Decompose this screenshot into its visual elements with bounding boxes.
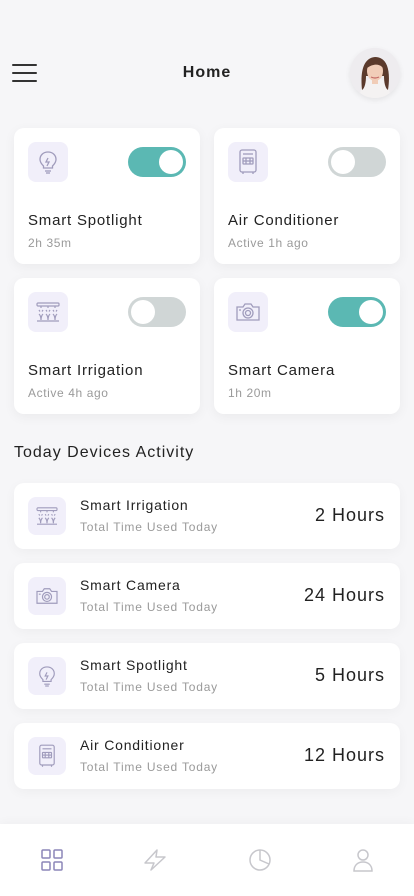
activity-sub: Total Time Used Today [80, 680, 218, 694]
device-card-air-conditioner[interactable]: Air Conditioner Active 1h ago [214, 128, 400, 264]
activity-item-smart-irrigation[interactable]: Smart Irrigation Total Time Used Today 2… [14, 483, 400, 549]
device-status: Active 1h ago [228, 236, 309, 250]
section-title: Today Devices Activity [14, 444, 195, 461]
device-name: Air Conditioner [228, 212, 340, 229]
device-name: Smart Irrigation [28, 362, 144, 379]
bottom-tab-bar [0, 824, 414, 896]
device-status: 1h 20m [228, 386, 272, 400]
device-toggle[interactable] [128, 147, 186, 177]
toggle-knob [159, 150, 183, 174]
avatar[interactable] [350, 48, 400, 98]
user-icon[interactable] [349, 846, 377, 874]
air-conditioner-icon [228, 142, 268, 182]
activity-name: Smart Camera [80, 577, 181, 593]
pie-chart-icon[interactable] [246, 846, 274, 874]
sprinkler-icon [28, 292, 68, 332]
lightning-icon[interactable] [141, 846, 169, 874]
device-card-smart-irrigation[interactable]: Smart Irrigation Active 4h ago [14, 278, 200, 414]
lightbulb-icon [28, 142, 68, 182]
device-toggle[interactable] [128, 297, 186, 327]
activity-value: 24 Hours [303, 585, 385, 605]
activity-item-smart-camera[interactable]: Smart Camera Total Time Used Today 24 Ho… [14, 563, 400, 629]
lightbulb-icon [28, 657, 66, 695]
device-status: Active 4h ago [28, 386, 109, 400]
camera-icon [28, 577, 66, 615]
sprinkler-icon [28, 497, 66, 535]
device-name: Smart Camera [228, 362, 336, 379]
grid-icon[interactable] [38, 846, 66, 874]
device-card-smart-camera[interactable]: Smart Camera 1h 20m [214, 278, 400, 414]
toggle-knob [131, 300, 155, 324]
activity-name: Air Conditioner [80, 737, 185, 753]
device-name: Smart Spotlight [28, 212, 143, 229]
toggle-knob [359, 300, 383, 324]
activity-sub: Total Time Used Today [80, 760, 218, 774]
activity-sub: Total Time Used Today [80, 600, 218, 614]
activity-name: Smart Irrigation [80, 497, 189, 513]
air-conditioner-icon [28, 737, 66, 775]
device-card-smart-spotlight[interactable]: Smart Spotlight 2h 35m [14, 128, 200, 264]
toggle-knob [331, 150, 355, 174]
header: Home [0, 40, 414, 104]
activity-item-smart-spotlight[interactable]: Smart Spotlight Total Time Used Today 5 … [14, 643, 400, 709]
activity-item-air-conditioner[interactable]: Air Conditioner Total Time Used Today 12… [14, 723, 400, 789]
activity-sub: Total Time Used Today [80, 520, 218, 534]
activity-name: Smart Spotlight [80, 657, 188, 673]
device-toggle[interactable] [328, 147, 386, 177]
camera-icon [228, 292, 268, 332]
activity-value: 5 Hours [314, 665, 385, 685]
device-status: 2h 35m [28, 236, 72, 250]
activity-value: 12 Hours [303, 745, 385, 765]
device-toggle[interactable] [328, 297, 386, 327]
activity-value: 2 Hours [314, 505, 385, 525]
